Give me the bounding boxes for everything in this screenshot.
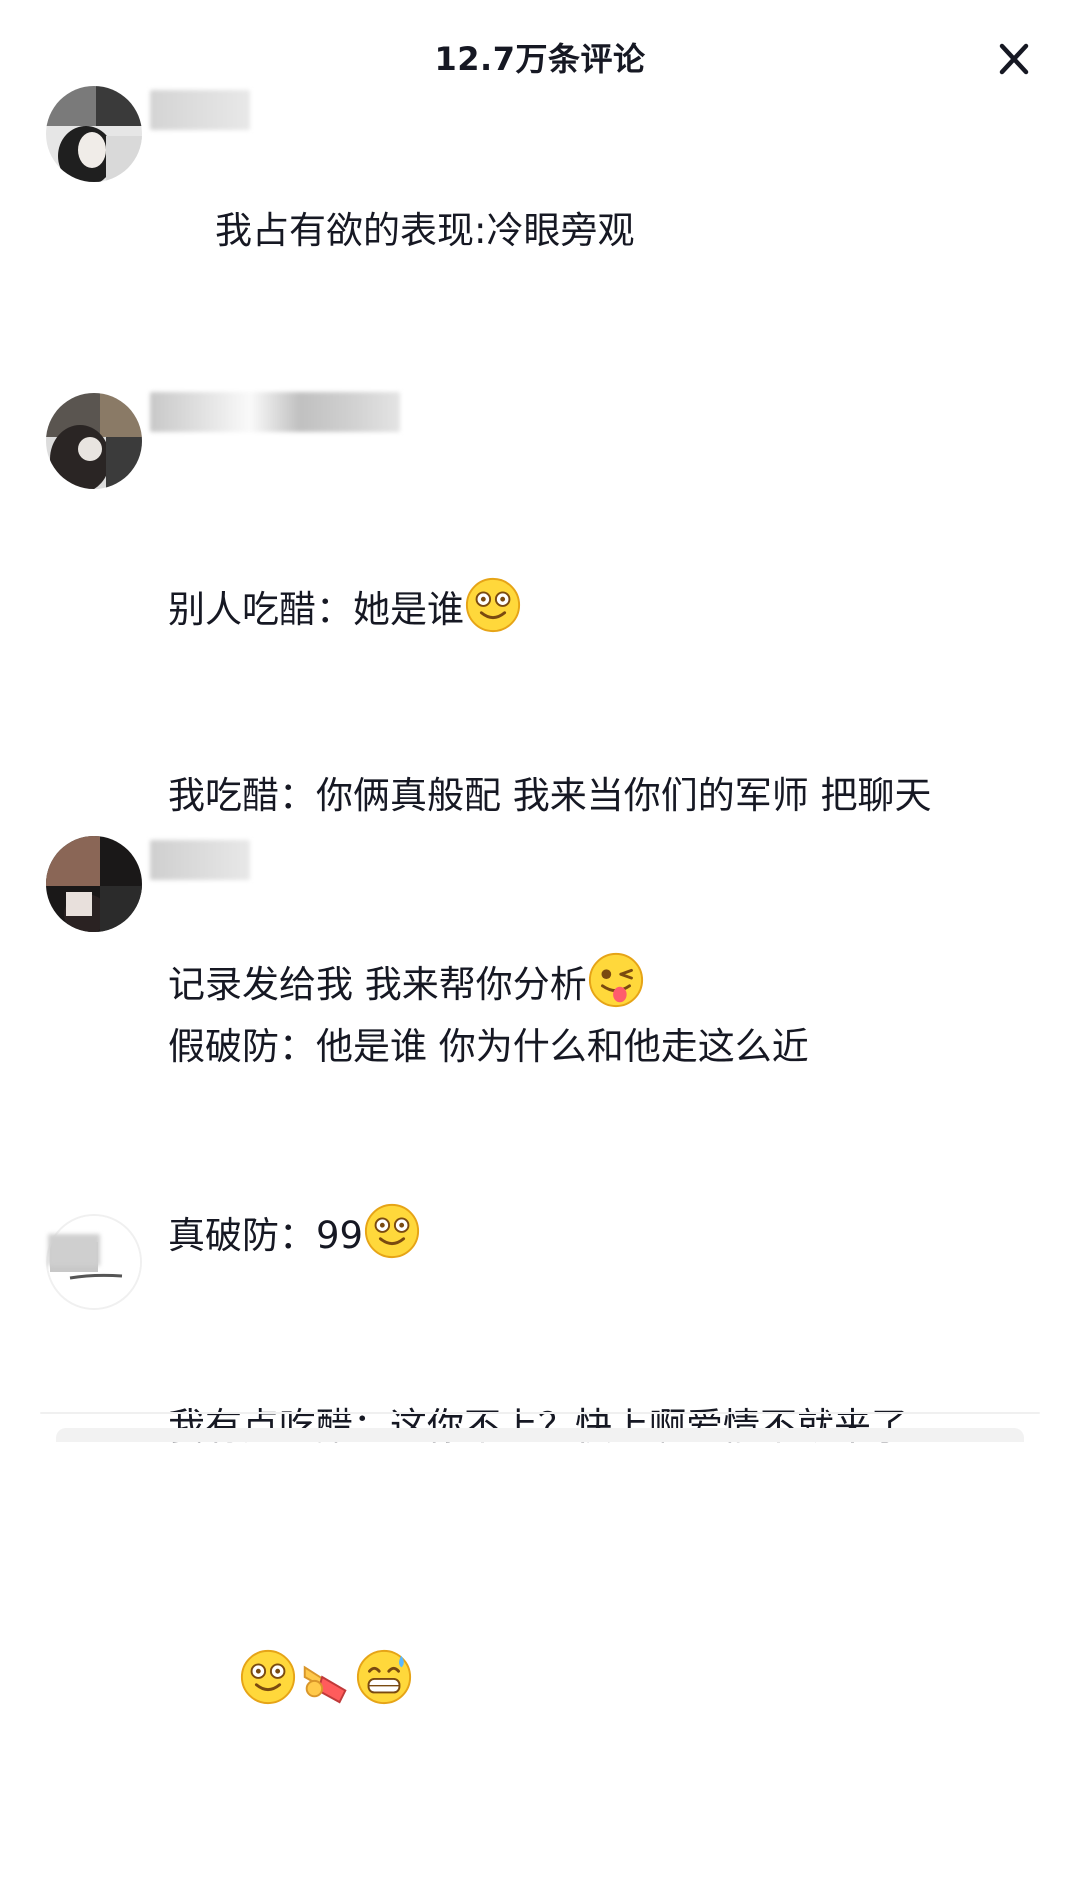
user-avatar[interactable]: [46, 86, 142, 182]
divider: [40, 1412, 1040, 1414]
comment-text: 我有点吃醋：这你不上？快上啊爱情不就来了: [168, 1272, 1040, 1899]
sweat-grin-emoji: [356, 1649, 411, 1705]
comment-item: 别人吃醋：她是谁 我吃醋：你俩真般配 我来当你们的军师 把聊天 记录发给我 我来…: [0, 388, 1080, 1008]
username-blurred[interactable]: [150, 392, 400, 432]
avatar-image: [46, 393, 142, 489]
username-blurred[interactable]: [150, 840, 250, 880]
avatar-image: [46, 86, 142, 182]
close-icon: [999, 43, 1029, 75]
emoji-row: [168, 1586, 1040, 1775]
user-avatar[interactable]: [46, 393, 142, 489]
close-button[interactable]: [990, 36, 1038, 84]
user-avatar[interactable]: [46, 836, 142, 932]
comment-line: 我吃醋：你俩真般配 我来当你们的军师 把聊天: [168, 774, 932, 817]
comment-count-title: 12.7万条评论: [434, 40, 646, 78]
pointing-hand-emoji: [303, 1665, 347, 1704]
comment-line: 我占有欲的表现:冷眼旁观: [215, 209, 635, 252]
dizzy-smile-emoji: [465, 577, 521, 633]
comment-line: 我有点吃醋：这你不上？快上啊爱情不就来了: [168, 1405, 908, 1448]
dizzy-smile-emoji: [240, 1649, 295, 1705]
comment-line: 别人吃醋：她是谁: [168, 576, 1040, 641]
comment-item: 假破防：他是谁 你为什么和他走这么近 真破防：99: [0, 832, 1080, 1259]
username-blurred[interactable]: [150, 90, 250, 130]
comment-line: 假破防：他是谁 你为什么和他走这么近: [168, 1025, 809, 1068]
avatar-image: [46, 836, 142, 932]
username-blurred[interactable]: [48, 1234, 100, 1266]
comment-item: 我占有欲的表现:冷眼旁观: [0, 80, 1080, 360]
comment-text: 我占有欲的表现:冷眼旁观: [168, 138, 1040, 324]
comment-item: 我有点吃醋：这你不上？快上啊爱情不就来了: [0, 1208, 1080, 1705]
